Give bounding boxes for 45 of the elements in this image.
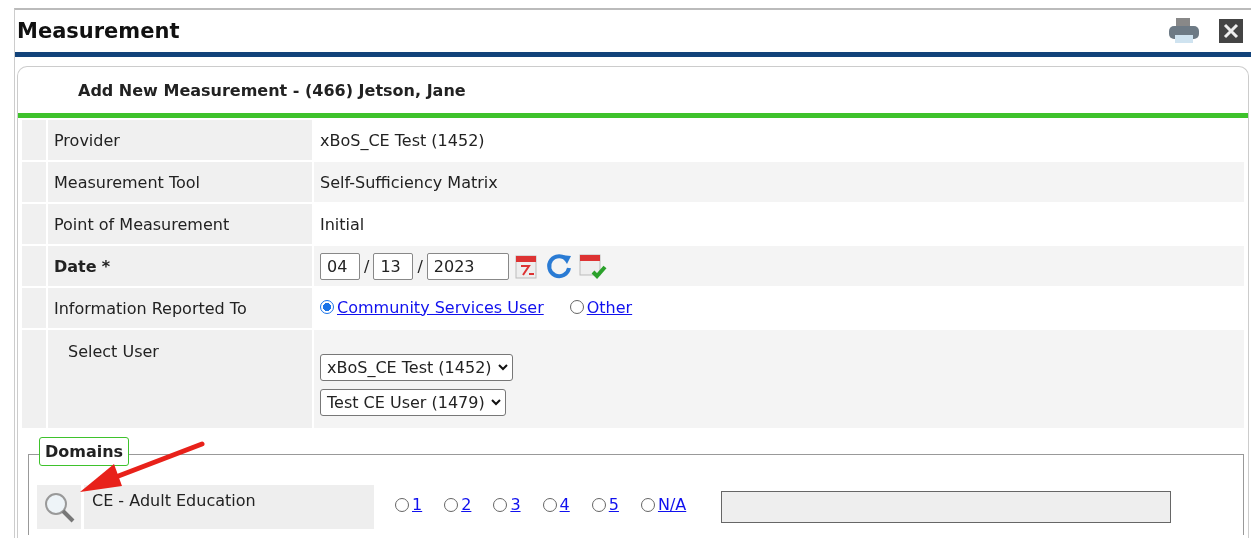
radio-button[interactable] bbox=[569, 300, 584, 315]
caret-icon bbox=[490, 399, 501, 406]
score-link[interactable]: 3 bbox=[510, 495, 521, 514]
field-value: Initial bbox=[320, 214, 365, 234]
required-mark: * bbox=[101, 256, 111, 276]
form-title: Add New Measurement - (466) Jetson, Jane bbox=[78, 80, 466, 100]
field-value: Self-Sufficiency Matrix bbox=[320, 172, 498, 192]
date-separator: / bbox=[417, 256, 423, 276]
printer-icon[interactable] bbox=[1167, 17, 1201, 45]
score-link[interactable]: N/A bbox=[657, 495, 687, 514]
caret-icon bbox=[497, 364, 508, 371]
option-link[interactable]: Community Services User bbox=[337, 297, 544, 317]
field-label: Measurement Tool bbox=[54, 172, 200, 192]
radio-button[interactable] bbox=[493, 497, 508, 512]
user-dropdown[interactable]: xBoS_CE Test (1452) bbox=[320, 354, 513, 381]
field-label: Select User bbox=[68, 342, 159, 361]
field-label: Information Reported To bbox=[54, 298, 247, 318]
radio-button[interactable] bbox=[542, 497, 557, 512]
score-link[interactable]: 5 bbox=[608, 495, 619, 514]
year-field[interactable]: 2023 bbox=[426, 252, 509, 280]
field-label: Provider bbox=[54, 130, 120, 150]
option-link[interactable]: Other bbox=[586, 297, 633, 317]
search-icon[interactable] bbox=[42, 490, 76, 524]
field-value: xBoS_CE Test (1452) bbox=[320, 130, 485, 150]
score-link[interactable]: 2 bbox=[461, 495, 472, 514]
field-label: Point of Measurement bbox=[54, 214, 230, 234]
radio-button[interactable] bbox=[395, 497, 409, 512]
domains-legend: Domains bbox=[39, 437, 130, 466]
radio-button[interactable] bbox=[591, 497, 606, 512]
user-dropdown[interactable]: Test CE User (1479) bbox=[320, 389, 506, 416]
close-icon[interactable] bbox=[1219, 19, 1243, 43]
date-separator: / bbox=[364, 256, 370, 276]
score-link[interactable]: 1 bbox=[412, 495, 423, 514]
radio-button[interactable] bbox=[320, 300, 334, 315]
calendar-check-icon[interactable] bbox=[576, 252, 607, 280]
radio-button[interactable] bbox=[640, 497, 655, 512]
notes-field[interactable] bbox=[721, 491, 1172, 523]
month-field[interactable]: 04 bbox=[320, 252, 360, 280]
domain-name: CE - Adult Education bbox=[92, 491, 256, 510]
window-title: Measurement bbox=[17, 19, 181, 43]
refresh-icon[interactable] bbox=[544, 252, 573, 280]
radio-button[interactable] bbox=[444, 497, 459, 512]
day-field[interactable]: 13 bbox=[373, 252, 414, 280]
field-label: Date bbox=[54, 256, 97, 276]
score-link[interactable]: 4 bbox=[559, 495, 570, 514]
